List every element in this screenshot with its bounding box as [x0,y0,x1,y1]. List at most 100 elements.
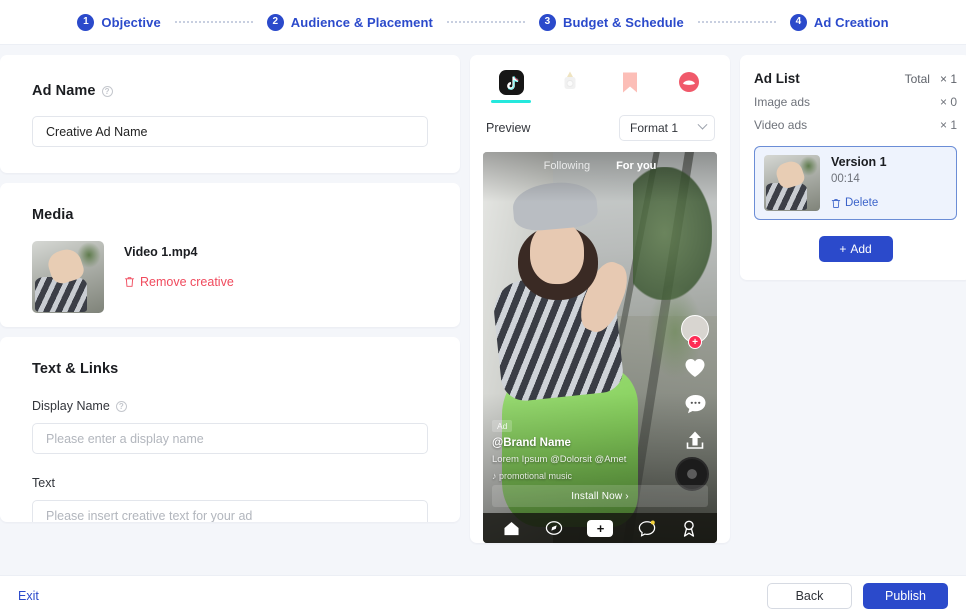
display-name-input[interactable]: Please enter a display name [32,423,428,454]
preview-column: Preview Format 1 Following For you + Ad … [470,55,730,575]
step-audience-placement[interactable]: 2 Audience & Placement [266,13,433,31]
feed-tabs: Following For you [483,160,717,172]
comment-button[interactable] [682,393,708,415]
platform-tab-underline [550,100,590,103]
footer-actions: Back Publish [767,583,948,609]
step-label: Budget & Schedule [562,14,684,30]
form-column: Ad Name ? Creative Ad Name Media Video 1… [0,55,460,575]
ad-name-card: Ad Name ? Creative Ad Name [0,55,460,173]
platform-tab-underline [669,100,709,103]
cta-arrow-icon: › [625,490,629,502]
cta-button[interactable]: Install Now › [492,485,708,507]
remove-creative-label: Remove creative [140,275,234,289]
exit-link[interactable]: Exit [18,589,39,603]
home-icon [504,521,519,535]
media-title: Media [32,207,74,223]
step-objective[interactable]: 1 Objective [77,13,161,31]
ad-description: Lorem Ipsum @Dolorsit @Amet [492,454,627,465]
display-name-label-row: Display Name ? [32,399,428,413]
delete-label: Delete [845,197,879,209]
image-ads-count: × 0 [939,95,957,109]
format-select-value: Format 1 [630,120,679,135]
chevron-down-icon [697,119,708,130]
ad-list-total-label: Total [904,72,930,86]
nav-home-button[interactable] [503,521,520,536]
music-title: promotional music [499,471,573,481]
ad-list-total: Total × 1 [905,72,957,86]
ad-version-label: Version 1 [831,155,887,169]
delete-ad-button[interactable]: Delete [831,197,887,209]
media-row: Video 1.mp4 Remove creative [32,241,428,313]
ad-duration: 00:14 [831,173,860,185]
ad-list-card: Ad List Total × 1 Image ads × 0 Video ad… [740,55,966,280]
nav-inbox-button[interactable] [638,520,656,537]
step-number: 4 [789,13,807,31]
ad-name-header: Ad Name ? [32,83,428,99]
step-label: Objective [101,14,161,30]
page-footer: Exit Back Publish [0,575,966,616]
topbuzz-icon [557,69,583,95]
step-label: Audience & Placement [290,14,433,30]
music-note-icon: ♪ [492,471,497,481]
text-label: Text [32,476,55,490]
platform-tab-topbuzz[interactable] [550,69,590,103]
step-budget-schedule[interactable]: 3 Budget & Schedule [538,13,684,31]
share-button[interactable] [682,429,708,451]
trash-icon [831,198,841,208]
add-label: Add [850,242,872,256]
feed-tab-for-you[interactable]: For you [616,160,656,172]
media-thumbnail-image [32,241,104,313]
phone-bottom-nav: + [483,513,717,543]
media-thumbnail[interactable] [32,241,104,313]
discover-compass-icon [545,521,563,535]
ad-list-header: Ad List Total × 1 [754,71,957,86]
ad-list-item-info: Version 1 00:14 Delete [831,155,887,211]
heart-icon [685,359,705,377]
tiktok-icon [498,69,524,95]
step-connector [446,21,525,23]
preview-controls: Preview Format 1 [483,114,717,141]
platform-tab-underline [491,100,531,103]
nav-profile-button[interactable] [681,520,697,537]
stepper: 1 Objective 2 Audience & Placement 3 Bud… [77,13,889,31]
cta-label: Install Now [571,490,623,502]
info-icon[interactable]: ? [115,400,127,412]
remove-creative-button[interactable]: Remove creative [124,275,234,289]
like-button[interactable] [682,357,708,379]
step-label: Ad Creation [813,14,889,30]
back-button[interactable]: Back [767,583,852,609]
ad-caption: Ad @Brand Name Lorem Ipsum @Dolorsit @Am… [492,416,642,481]
phone-preview: Following For you + Ad @Brand Name Lorem… [483,151,717,543]
platform-tab-helo[interactable] [610,69,650,103]
feed-tab-following[interactable]: Following [544,160,590,172]
preview-label: Preview [486,120,531,135]
page-body: Ad Name ? Creative Ad Name Media Video 1… [0,45,966,575]
info-icon[interactable]: ? [101,85,113,97]
follow-plus-icon[interactable]: + [688,335,702,349]
ad-list-item[interactable]: Version 1 00:14 Delete [754,146,957,220]
step-number: 1 [77,13,95,31]
add-ad-button[interactable]: + Add [818,236,893,262]
step-number: 2 [266,13,284,31]
ad-badge: Ad [492,420,513,432]
avatar[interactable]: + [681,315,709,349]
ad-list-column: Ad List Total × 1 Image ads × 0 Video ad… [740,55,966,575]
video-ads-label: Video ads [754,118,808,132]
platform-tab-tiktok[interactable] [491,69,531,103]
ad-list-total-value: × 1 [939,72,957,86]
image-ads-label: Image ads [754,95,811,109]
step-ad-creation[interactable]: 4 Ad Creation [789,13,889,31]
nav-discover-button[interactable] [545,520,563,536]
display-name-label: Display Name [32,399,110,413]
plus-icon: + [596,520,605,536]
share-arrow-icon [686,431,704,449]
text-links-title: Text & Links [32,361,119,377]
ad-name-input[interactable]: Creative Ad Name [32,116,428,147]
format-select[interactable]: Format 1 [619,114,715,141]
nav-create-button[interactable]: + [584,519,617,537]
media-info: Video 1.mp4 Remove creative [124,241,234,313]
text-input[interactable]: Please insert creative text for your ad [32,500,428,522]
media-card: Media Video 1.mp4 Remove creative [0,183,460,327]
publish-button[interactable]: Publish [863,583,948,609]
platform-tab-pangle[interactable] [669,69,709,103]
